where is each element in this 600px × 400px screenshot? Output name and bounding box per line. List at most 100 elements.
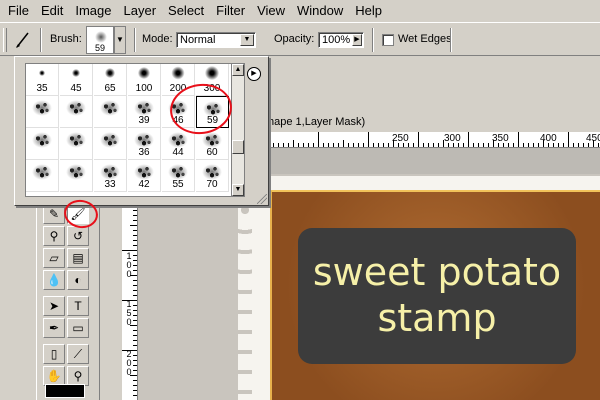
ruler-tick [303, 143, 304, 147]
ruler-tick [122, 250, 137, 251]
ruler-tick [423, 143, 424, 147]
menu-image[interactable]: Image [69, 0, 117, 22]
path-selection-tool[interactable]: ➤ [43, 296, 65, 316]
menu-layer[interactable]: Layer [118, 0, 163, 22]
shape-tool[interactable]: ▭ [67, 318, 89, 338]
brush-preset[interactable]: 36 [128, 128, 161, 160]
notes-tool[interactable]: ▯ [43, 344, 65, 364]
eraser-tool[interactable]: ▱ [43, 248, 65, 268]
brush-size-label: 70 [206, 179, 218, 190]
ruler-tick [413, 143, 414, 147]
document-title[interactable]: hape 1,Layer Mask) [260, 112, 600, 132]
ruler-tick [353, 143, 354, 147]
gradient-tool[interactable]: ▤ [67, 248, 89, 268]
ruler-tick [518, 132, 519, 147]
type-tool[interactable]: T [67, 296, 89, 316]
ruler-tick [483, 143, 484, 147]
scatter-brush-icon [66, 164, 86, 180]
scroll-down-icon[interactable]: ▼ [232, 184, 244, 196]
ruler-tick [463, 143, 464, 147]
menu-filter[interactable]: Filter [210, 0, 251, 22]
rounded-rect-icon: ▭ [72, 321, 84, 335]
ruler-tick [133, 320, 137, 321]
type-icon: T [74, 299, 82, 313]
ruler-tick [548, 143, 549, 147]
ruler-tick [473, 143, 474, 147]
opacity-field[interactable]: 100% ▶ [318, 32, 364, 48]
ruler-tick [363, 143, 364, 147]
gradient-icon: ▤ [72, 251, 84, 265]
ruler-tick [133, 330, 137, 331]
scroll-thumb[interactable] [232, 140, 244, 154]
ruler-tick [468, 132, 469, 147]
menu-help[interactable]: Help [349, 0, 388, 22]
ruler-tick [573, 143, 574, 147]
resize-grip-icon[interactable] [257, 194, 267, 204]
brush-preset[interactable]: 42 [128, 160, 161, 192]
brush-preset[interactable]: 100 [128, 64, 161, 96]
ruler-tick [133, 335, 137, 336]
menu-edit[interactable]: Edit [35, 0, 69, 22]
brush-preset[interactable] [26, 160, 59, 192]
brush-preset[interactable]: 65 [94, 64, 127, 96]
foreground-color-swatch[interactable] [45, 384, 85, 398]
opacity-label: Opacity: [274, 33, 315, 45]
brush-preset[interactable]: 55 [162, 160, 195, 192]
pen-tool[interactable]: ✒ [43, 318, 65, 338]
brush-size-label: 36 [138, 147, 150, 158]
brush-dropdown-button[interactable]: ▼ [114, 26, 126, 54]
wet-edges-checkbox[interactable] [382, 34, 394, 46]
brush-tool-icon [16, 32, 29, 48]
history-brush-tool[interactable]: ↺ [67, 226, 89, 246]
menu-file[interactable]: File [2, 0, 35, 22]
blur-tool[interactable]: 💧 [43, 270, 65, 290]
brush-preset[interactable] [60, 160, 93, 192]
eyedropper-tool[interactable]: ⟋ [67, 344, 89, 364]
ruler-tick [453, 143, 454, 147]
hand-tool[interactable]: ✋ [43, 366, 65, 386]
soft-brush-icon [138, 67, 150, 79]
ruler-tick [133, 315, 137, 316]
ruler-tick [378, 143, 379, 147]
brush-preset[interactable]: 33 [94, 160, 127, 192]
dodge-tool[interactable]: ◐ [67, 270, 89, 290]
brush-preset[interactable] [94, 96, 127, 128]
ruler-tick [333, 143, 334, 147]
bandage-icon: ✎ [48, 207, 60, 221]
brush-preset[interactable]: 35 [26, 64, 59, 96]
ruler-tick [133, 215, 137, 216]
brush-preset[interactable] [26, 128, 59, 160]
clone-stamp-tool[interactable]: ⚲ [43, 226, 65, 246]
brush-grid-scrollbar[interactable]: ▲ ▼ [231, 63, 245, 197]
soft-brush-icon [39, 70, 45, 76]
ruler-tick [133, 390, 137, 391]
soft-brush-icon [72, 69, 80, 77]
ruler-tick [122, 300, 137, 301]
menu-window[interactable]: Window [291, 0, 349, 22]
brush-preset[interactable] [26, 96, 59, 128]
mode-select[interactable]: Normal ▼ [176, 32, 256, 48]
brush-preset[interactable]: 70 [196, 160, 229, 192]
menu-view[interactable]: View [251, 0, 291, 22]
ruler-tick [408, 143, 409, 147]
scatter-brush-icon [202, 164, 222, 180]
brush-preset[interactable] [60, 128, 93, 160]
tool-preset-picker[interactable] [12, 29, 34, 51]
scatter-brush-icon [168, 132, 188, 148]
ruler-tick [478, 143, 479, 147]
brush-menu-button[interactable]: ▶ [247, 67, 261, 81]
brush-preset[interactable] [94, 128, 127, 160]
brush-preset[interactable]: 45 [60, 64, 93, 96]
menu-select[interactable]: Select [162, 0, 210, 22]
brush-preview[interactable]: 59 [86, 26, 114, 54]
scroll-up-icon[interactable]: ▲ [232, 64, 244, 76]
scatter-brush-icon [32, 132, 52, 148]
brush-preset[interactable]: 39 [128, 96, 161, 128]
options-bar-grip[interactable] [3, 28, 7, 52]
photoshop-window: File Edit Image Layer Select Filter View… [0, 0, 600, 400]
brush-preset[interactable] [60, 96, 93, 128]
ruler-tick [418, 132, 419, 147]
healing-brush-tool[interactable]: ✎ [43, 204, 65, 224]
zoom-tool[interactable]: ⚲ [67, 366, 89, 386]
ruler-tick [133, 340, 137, 341]
